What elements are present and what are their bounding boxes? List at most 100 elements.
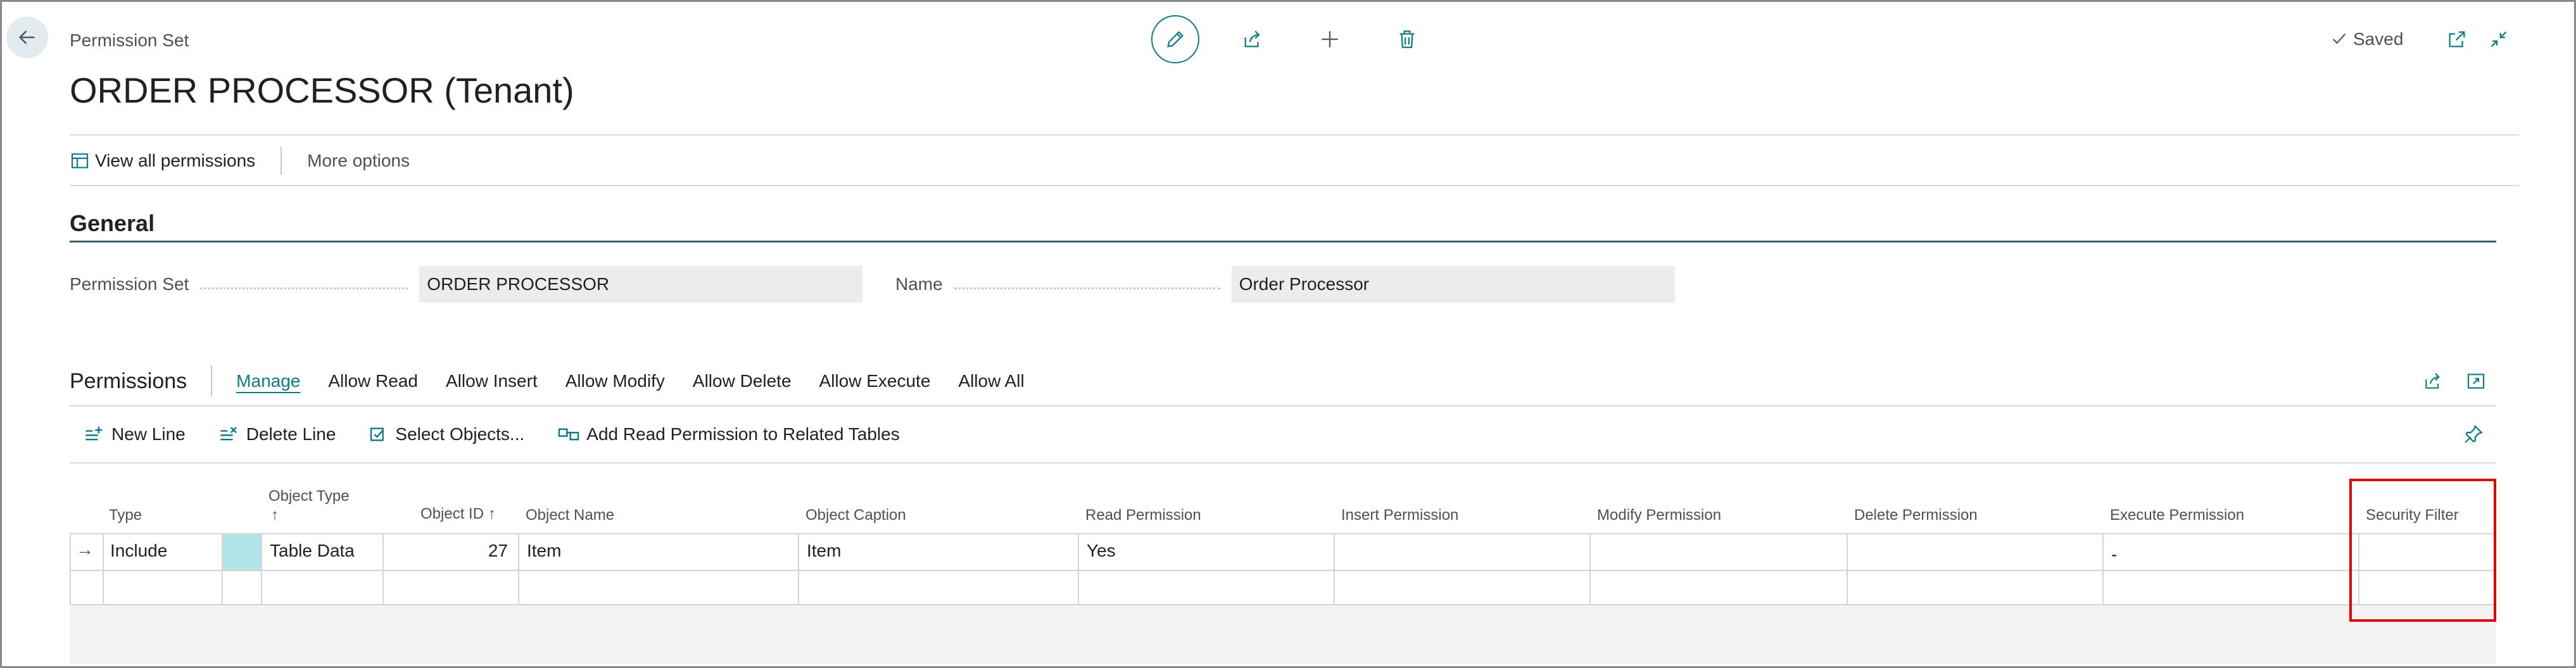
actionbar-separator: [281, 147, 282, 175]
permissions-rule: [70, 405, 2496, 406]
select-objects-button[interactable]: Select Objects...: [369, 424, 524, 444]
tab-allow-modify[interactable]: Allow Modify: [565, 371, 665, 391]
permissions-title[interactable]: Permissions: [70, 369, 187, 394]
permissions-action-bar: New Line Delete Line Select Objects... A…: [84, 418, 933, 451]
current-row-indicator: →: [76, 539, 94, 559]
share-part-button[interactable]: [2420, 369, 2446, 394]
new-line-icon: [85, 426, 103, 441]
cell-divider: [1334, 533, 1335, 605]
page-caption: Permission Set: [70, 30, 189, 50]
sort-ascending-icon: ↑: [271, 507, 279, 524]
tab-manage[interactable]: Manage: [236, 371, 300, 391]
column-header-modify-permission[interactable]: Modify Permission: [1597, 507, 1721, 524]
new-line-button[interactable]: New Line: [84, 424, 186, 444]
tab-allow-insert[interactable]: Allow Insert: [446, 371, 538, 391]
collapse-button[interactable]: [2486, 27, 2511, 52]
cell-object-caption[interactable]: Item: [807, 541, 841, 561]
permission-set-label: Permission Set: [70, 274, 189, 294]
collapse-icon: [2491, 31, 2507, 47]
actionbar-top-rule: [70, 134, 2519, 135]
share-button[interactable]: [1228, 15, 1277, 63]
column-header-delete-permission[interactable]: Delete Permission: [1854, 507, 1978, 524]
open-in-new-window-icon: [2449, 31, 2465, 47]
back-button[interactable]: [6, 16, 48, 58]
column-header-object-type[interactable]: Object Type: [268, 488, 350, 505]
select-objects-label: Select Objects...: [395, 424, 525, 444]
page-title: ORDER PROCESSOR (Tenant): [70, 70, 574, 110]
column-header-read-permission[interactable]: Read Permission: [1085, 507, 1201, 524]
general-section-title[interactable]: General: [70, 210, 155, 237]
permissions-tab-bar: Permissions Manage Allow Read Allow Inse…: [70, 362, 1052, 400]
actionbar-bottom-rule: [70, 185, 2519, 186]
related-tables-icon: [559, 428, 579, 441]
add-read-permission-label: Add Read Permission to Related Tables: [586, 424, 900, 444]
pin-button[interactable]: [2461, 420, 2486, 448]
field-leader-dots: [954, 287, 1220, 289]
arrow-left-icon: [18, 30, 35, 44]
tab-allow-all[interactable]: Allow All: [958, 371, 1024, 391]
grid-empty-area: [70, 605, 2496, 664]
permission-set-input[interactable]: ORDER PROCESSOR: [419, 266, 863, 303]
view-all-permissions-label: View all permissions: [95, 151, 256, 170]
add-read-permission-button[interactable]: Add Read Permission to Related Tables: [557, 424, 900, 444]
trash-icon: [1399, 30, 1415, 48]
cell-divider: [798, 533, 799, 605]
column-header-insert-permission[interactable]: Insert Permission: [1341, 507, 1458, 524]
edit-button[interactable]: [1151, 15, 1199, 63]
delete-line-label: Delete Line: [246, 424, 336, 444]
select-objects-icon: [370, 427, 384, 441]
permissions-grid: Type Object Type ↑ Object ID ↑ Object Na…: [70, 479, 2496, 664]
grid-top-rule: [70, 462, 2496, 463]
action-bar: View all permissions More options: [70, 134, 410, 187]
delete-button[interactable]: [1383, 15, 1431, 63]
column-header-object-id[interactable]: Object ID ↑: [420, 505, 496, 523]
expand-part-button[interactable]: [2463, 369, 2489, 394]
new-line-label: New Line: [111, 424, 186, 444]
cell-divider: [1847, 533, 1848, 605]
cell-object-type[interactable]: Table Data: [270, 541, 355, 561]
field-leader-dots: [200, 287, 408, 289]
new-button[interactable]: [1306, 15, 1354, 63]
selected-cell[interactable]: [223, 534, 261, 570]
cell-divider: [1589, 533, 1591, 605]
cell-divider: [70, 533, 71, 605]
open-in-new-window-button[interactable]: [2444, 27, 2470, 52]
column-header-object-caption[interactable]: Object Caption: [805, 507, 906, 524]
cell-object-name[interactable]: Item: [527, 541, 561, 561]
row-divider: [70, 533, 2496, 534]
tab-allow-read[interactable]: Allow Read: [328, 371, 418, 391]
saved-status: Saved: [2330, 29, 2403, 49]
cell-object-id[interactable]: 27: [382, 541, 508, 561]
security-filter-highlight: [2349, 479, 2496, 622]
permissions-table-icon: [71, 153, 89, 168]
view-all-permissions-button[interactable]: View all permissions: [70, 151, 255, 171]
cell-divider: [261, 533, 262, 605]
delete-line-icon: [220, 427, 237, 441]
delete-line-button[interactable]: Delete Line: [218, 424, 336, 444]
share-icon: [1244, 30, 1260, 47]
plus-icon: [1322, 31, 1338, 47]
tab-allow-delete[interactable]: Allow Delete: [693, 371, 792, 391]
column-header-type[interactable]: Type: [109, 507, 142, 524]
row-divider: [70, 570, 2496, 571]
more-options-button[interactable]: More options: [307, 151, 410, 171]
expand-icon: [2467, 374, 2485, 389]
name-field: Name Order Processor: [895, 266, 1675, 303]
column-header-execute-permission[interactable]: Execute Permission: [2110, 507, 2244, 524]
cell-execute-permission[interactable]: -: [2111, 545, 2117, 565]
pencil-icon: [1167, 31, 1184, 47]
tab-allow-execute[interactable]: Allow Execute: [819, 371, 931, 391]
cell-divider: [103, 533, 104, 605]
share-icon: [2425, 373, 2440, 389]
checkmark-icon: [2332, 34, 2346, 44]
saved-label: Saved: [2353, 29, 2404, 49]
cell-read-permission[interactable]: Yes: [1087, 541, 1116, 561]
name-input[interactable]: Order Processor: [1231, 266, 1675, 303]
cell-type[interactable]: Include: [110, 541, 167, 561]
cell-divider: [1078, 533, 1079, 605]
column-header-object-name[interactable]: Object Name: [526, 507, 614, 524]
cell-divider: [2102, 533, 2104, 605]
pin-icon: [2465, 425, 2483, 443]
name-label: Name: [895, 274, 943, 294]
cell-divider: [518, 533, 519, 605]
